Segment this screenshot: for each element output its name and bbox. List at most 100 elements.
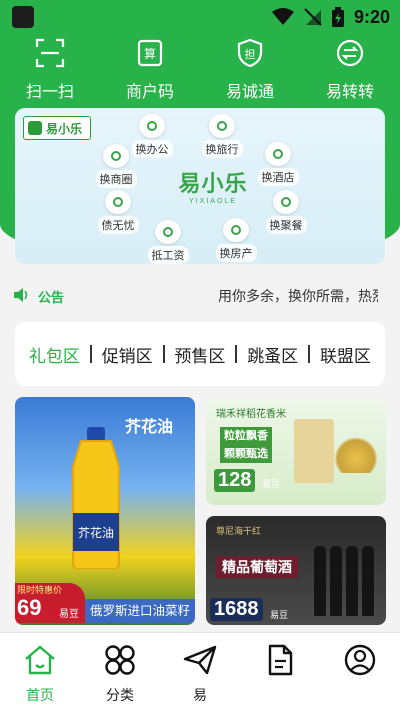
product-price: 1688: [210, 598, 263, 621]
tab-flea-market[interactable]: 跳蚤区: [241, 342, 304, 367]
hotel-icon: [265, 142, 291, 166]
send-icon: [183, 645, 217, 675]
banner-brand: 易小乐 YIXIAOLE: [173, 166, 253, 206]
nav-item-orders[interactable]: [240, 633, 320, 710]
nav-item-exchange[interactable]: 易: [160, 633, 240, 710]
home-icon: [25, 645, 55, 675]
logo-mark-icon: [28, 121, 42, 135]
quick-action-label: 商户码: [125, 84, 174, 101]
rice-grain-image: [334, 437, 378, 473]
bubble-label: 换酒店: [257, 168, 299, 186]
nav-label: 分类: [106, 687, 134, 703]
wifi-icon: [271, 8, 294, 25]
bubble-label: 换房产: [215, 244, 257, 262]
building-icon: [223, 218, 249, 242]
banner-bubble-property: 换房产: [205, 218, 267, 262]
nav-item-profile[interactable]: [320, 633, 400, 710]
tab-divider: [235, 345, 238, 363]
wine-bottle-image: [346, 546, 358, 616]
shop-icon: [103, 144, 129, 168]
notification-icon: [12, 6, 34, 28]
product-card-wine[interactable]: 尊尼海干红 精品葡萄酒 1688 易豆: [206, 516, 386, 625]
price-unit: 易豆: [270, 610, 289, 620]
bubble-label: 抵工资: [147, 246, 189, 264]
banner-bubble-hotel: 换酒店: [247, 142, 309, 186]
status-time: 9:20: [353, 6, 390, 27]
category-icon: [105, 645, 135, 675]
oil-bottle-image: 芥花油: [72, 427, 120, 569]
office-icon: [139, 114, 165, 138]
speaker-icon: [14, 288, 28, 302]
announcement-bar[interactable]: 公告 用你多余，换你所需，热烈: [0, 280, 400, 310]
tab-gift-pack[interactable]: 礼包区: [23, 342, 86, 367]
price-badge: 限时特惠价 69 易豆: [15, 583, 85, 623]
product-description: 俄罗斯进口油菜籽: [85, 599, 195, 623]
product-slogan: 粒粒飘香: [220, 427, 272, 445]
wine-bottle-image: [330, 546, 342, 616]
quick-action-label: 易转转: [325, 84, 374, 101]
nav-label: 易: [193, 687, 207, 703]
tab-divider: [89, 345, 92, 363]
banner-bubble-debt: 债无忧: [87, 190, 149, 234]
nav-label: 首页: [26, 687, 54, 703]
wine-bottle-image: [314, 546, 326, 616]
quick-action-scan[interactable]: 扫一扫: [5, 38, 95, 104]
status-icons: 9:20: [271, 6, 390, 28]
quick-action-yichengtong[interactable]: 担 易诚通: [205, 38, 295, 104]
bottom-navigation: 首页 分类 易: [0, 632, 400, 710]
tab-divider: [308, 345, 311, 363]
no-signal-icon: [304, 8, 322, 26]
dining-icon: [273, 190, 299, 214]
product-card-canola-oil[interactable]: 芥花油 芥花油 限时特惠价 69 易豆 俄罗斯进口油菜籽: [15, 397, 195, 625]
bubble-label: 换聚餐: [265, 216, 307, 234]
scan-icon: [35, 38, 65, 68]
banner-bubble-travel: 换旅行: [191, 114, 253, 158]
quick-action-label: 易诚通: [225, 84, 274, 101]
price-unit: 易豆: [59, 609, 79, 620]
tab-alliance[interactable]: 联盟区: [314, 342, 377, 367]
tab-promotion[interactable]: 促销区: [96, 342, 159, 367]
bubble-label: 债无忧: [97, 216, 139, 234]
product-slogan: 颗颗甄选: [220, 445, 272, 463]
product-card-rice[interactable]: 瑞禾祥稻花香米 粒粒飘香 颗颗甄选 128 易豆: [206, 397, 386, 505]
status-bar: 9:20: [0, 0, 400, 34]
battery-icon: [331, 7, 344, 27]
banner-brand-subtitle: YIXIAOLE: [189, 198, 237, 205]
coin-icon: [105, 190, 131, 214]
svg-text:担: 担: [245, 47, 256, 61]
merchant-code-icon: 算: [137, 39, 163, 67]
category-tabs: 礼包区 促销区 预售区 跳蚤区 联盟区: [15, 322, 385, 386]
price-unit: 易豆: [262, 479, 281, 489]
banner-bubble-business: 换商圈: [85, 144, 147, 188]
product-subtitle: 尊尼海干红: [216, 526, 262, 536]
profile-icon: [344, 644, 376, 676]
plane-icon: [209, 114, 235, 138]
banner-brand-title: 易小乐: [178, 171, 248, 197]
quick-action-label: 扫一扫: [25, 84, 74, 101]
quick-action-transfer[interactable]: 易转转: [305, 38, 395, 104]
product-title: 瑞禾祥稻花香米: [216, 409, 286, 420]
quick-actions: 扫一扫 算 商户码 担 易诚通 易转转: [0, 38, 400, 104]
svg-text:算: 算: [144, 46, 156, 61]
document-icon: [268, 644, 293, 676]
banner-logo: 易小乐: [23, 116, 91, 140]
rice-bag-image: [294, 419, 334, 483]
bubble-label: 换旅行: [201, 140, 243, 158]
banner-logo-text: 易小乐: [46, 121, 83, 136]
transfer-icon: [336, 39, 364, 67]
product-price: 69: [17, 595, 42, 620]
nav-item-home[interactable]: 首页: [0, 633, 80, 710]
product-price: 128: [214, 469, 256, 492]
promo-banner[interactable]: 易小乐 换办公 换旅行 换酒店 换聚餐 换房产 抵工资 债无忧 换商圈 易小乐 …: [15, 108, 385, 264]
wallet-icon: [155, 220, 181, 244]
shield-guarantee-icon: 担: [237, 38, 263, 68]
tab-presale[interactable]: 预售区: [168, 342, 231, 367]
quick-action-merchant-code[interactable]: 算 商户码: [105, 38, 195, 104]
announcement-text: 用你多余，换你所需，热烈: [218, 288, 378, 304]
tab-divider: [162, 345, 165, 363]
wine-bottle-image: [362, 546, 374, 616]
product-title: 芥花油: [124, 419, 173, 436]
bubble-label: 换商圈: [95, 170, 137, 188]
nav-item-category[interactable]: 分类: [80, 633, 160, 710]
bottle-label: 芥花油: [78, 525, 114, 540]
